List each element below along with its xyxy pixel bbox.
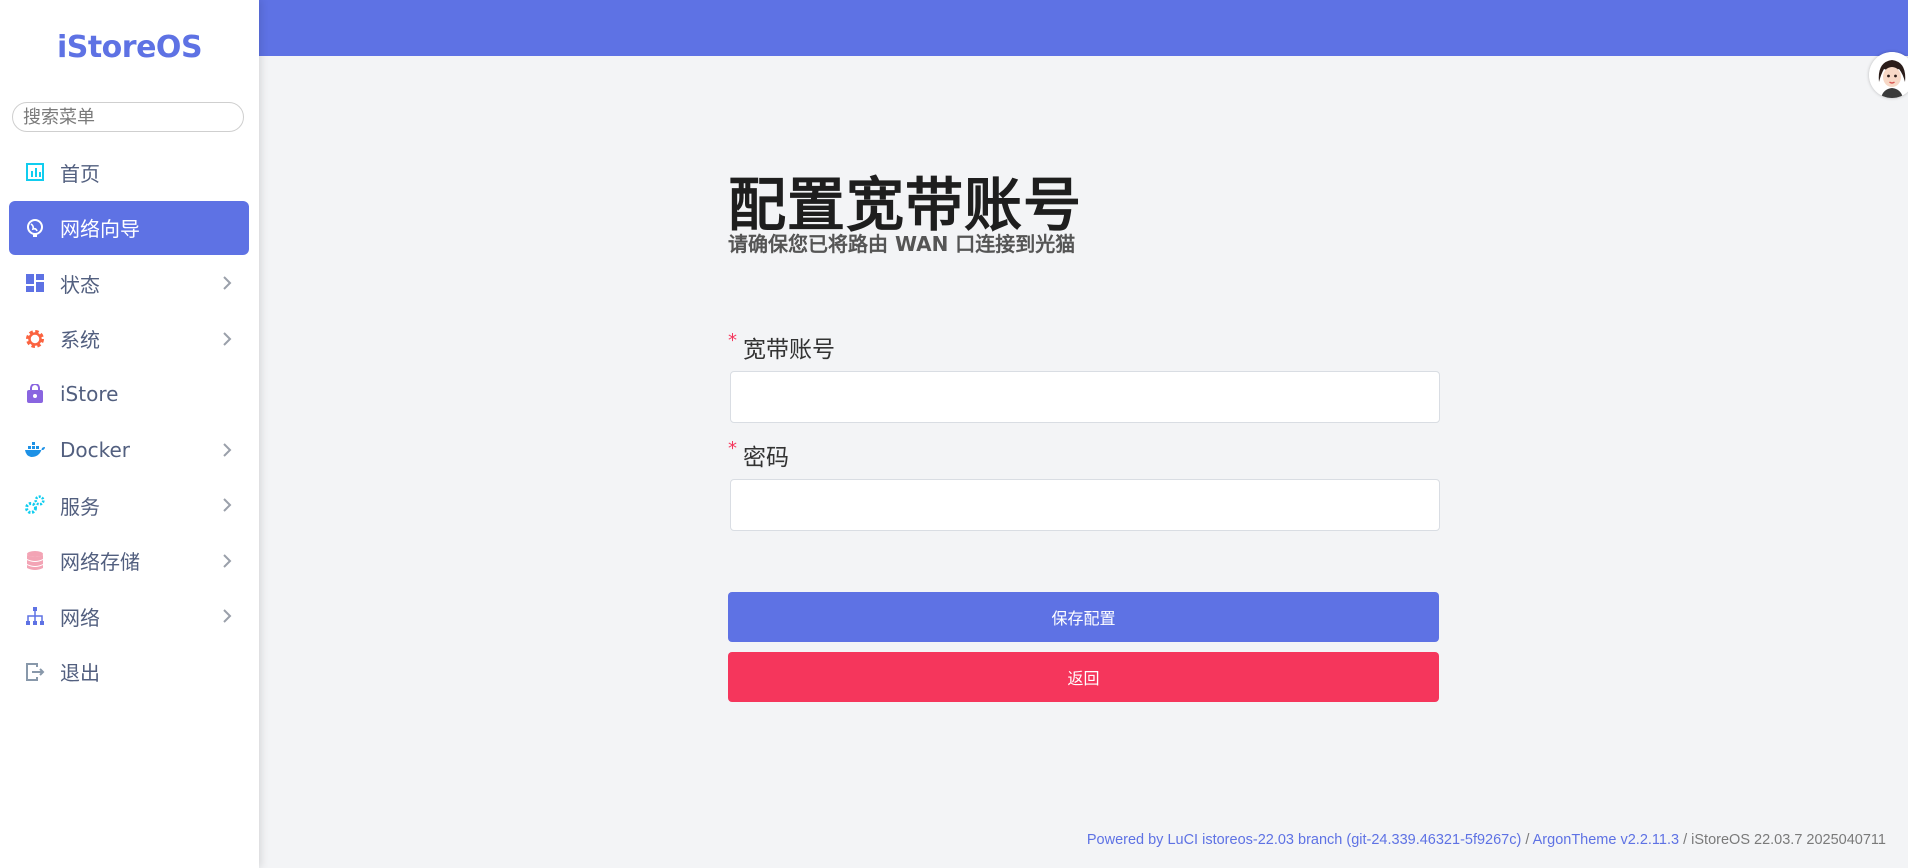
password-field-label: * 密码: [728, 438, 789, 472]
top-header-bar: [259, 0, 1908, 56]
sidebar-item-label: 网络: [60, 605, 100, 630]
required-mark: *: [728, 438, 737, 459]
footer-separator: /: [1679, 832, 1692, 848]
sidebar: iStoreOS 首页 网络向导 状态: [0, 0, 259, 868]
shopping-bag-icon: [24, 383, 46, 405]
footer-separator: /: [1521, 832, 1533, 848]
broadband-account-input[interactable]: [730, 371, 1440, 423]
sidebar-item-label: 网络存储: [60, 550, 140, 574]
footer-version: iStoreOS 22.03.7 2025040711: [1691, 832, 1886, 848]
chevron-right-icon: [223, 609, 232, 623]
sidebar-item-network[interactable]: 网络: [9, 589, 249, 643]
chevron-right-icon: [223, 498, 232, 512]
footer-theme-link[interactable]: ArgonTheme v2.2.11.3: [1533, 832, 1679, 848]
gear-icon: [24, 328, 46, 350]
sidebar-item-network-wizard[interactable]: 网络向导: [9, 200, 249, 255]
page-subtitle: 请确保您已将路由 WAN 口连接到光猫: [728, 232, 1076, 256]
cogs-icon: [24, 494, 46, 516]
sidebar-item-label: iStore: [60, 382, 119, 406]
password-label-text: 密码: [743, 445, 789, 471]
sidebar-nav: 首页 网络向导 状态 系统 iStore Docker 服务 网络存储 网络 退…: [9, 145, 249, 700]
search-menu-input[interactable]: [12, 102, 244, 132]
save-config-button[interactable]: 保存配置: [728, 592, 1439, 642]
sidebar-item-docker[interactable]: Docker: [9, 423, 249, 477]
database-icon: [24, 550, 46, 572]
docker-whale-icon: [24, 439, 46, 461]
sidebar-item-label: 首页: [60, 161, 100, 186]
user-avatar[interactable]: [1869, 52, 1908, 98]
sidebar-item-label: 网络向导: [60, 217, 140, 241]
logo: iStoreOS: [56, 30, 203, 65]
chevron-right-icon: [223, 553, 232, 568]
globe-icon: [24, 217, 46, 239]
chevron-right-icon: [223, 276, 232, 290]
account-field-label: * 宽带账号: [728, 330, 835, 364]
sidebar-item-label: 退出: [60, 661, 100, 685]
sidebar-item-network-storage[interactable]: 网络存储: [9, 534, 249, 588]
sidebar-item-services[interactable]: 服务: [9, 478, 249, 532]
chevron-right-icon: [223, 442, 232, 457]
footer: Powered by LuCI istoreos-22.03 branch (g…: [1087, 832, 1886, 848]
sidebar-item-status[interactable]: 状态: [9, 256, 249, 310]
network-tree-icon: [24, 605, 46, 627]
dashboard-chart-icon: [24, 161, 46, 183]
sidebar-item-label: 系统: [60, 328, 100, 352]
logout-icon: [24, 661, 46, 683]
grid-icon: [24, 272, 46, 294]
sidebar-item-istore[interactable]: iStore: [9, 367, 249, 421]
sidebar-item-system[interactable]: 系统: [9, 312, 249, 366]
footer-luci-link[interactable]: Powered by LuCI istoreos-22.03 branch (g…: [1087, 832, 1521, 848]
sidebar-item-label: Docker: [60, 437, 131, 462]
chevron-right-icon: [223, 331, 232, 346]
sidebar-item-home[interactable]: 首页: [9, 145, 249, 199]
avatar-icon: [1869, 52, 1908, 98]
sidebar-item-label: 状态: [60, 272, 100, 297]
required-mark: *: [728, 330, 737, 351]
sidebar-item-label: 服务: [60, 494, 100, 519]
sidebar-item-logout[interactable]: 退出: [9, 645, 249, 699]
account-label-text: 宽带账号: [743, 337, 835, 363]
back-button[interactable]: 返回: [728, 652, 1439, 702]
password-input[interactable]: [730, 479, 1440, 531]
